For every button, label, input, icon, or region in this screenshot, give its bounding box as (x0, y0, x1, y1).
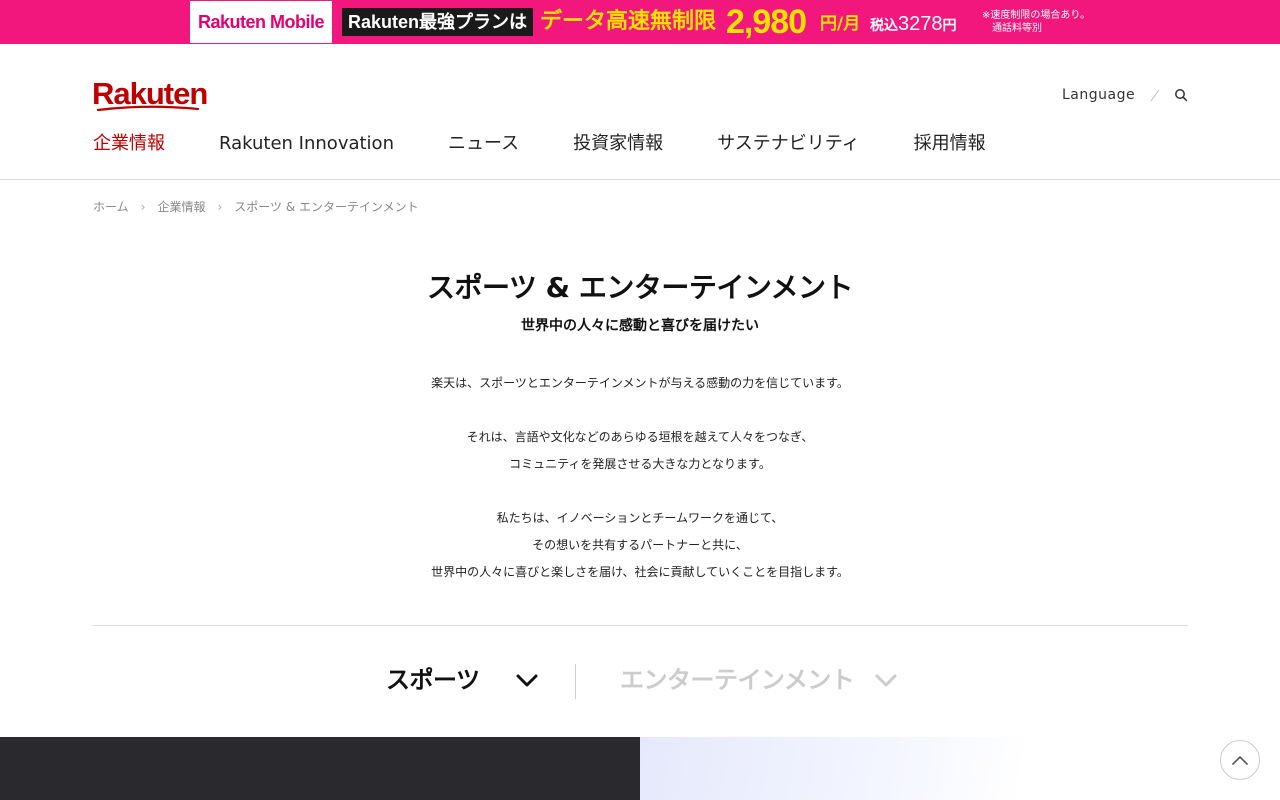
intro-line: その想いを共有するパートナーと共に、 (532, 538, 748, 552)
plan-label: Rakuten最強プランは (342, 8, 534, 36)
back-to-top-button[interactable] (1220, 740, 1260, 780)
chevron-right-icon: › (140, 200, 146, 214)
nav-item-careers[interactable]: 採用情報 (914, 130, 986, 158)
intro-paragraph: それは、言語や文化などのあらゆる垣根を越えて人々をつなぎ、 コミュニティを発展さ… (0, 424, 1280, 478)
rakuten-mobile-logo: Rakuten Mobile (190, 1, 332, 43)
intro-line: 楽天は、スポーツとエンターテインメントが与える感動の力を信じています。 (431, 376, 849, 390)
header-divider (0, 179, 1280, 180)
banner-note-line: 通話料等別 (992, 23, 1042, 34)
nav-item-investors[interactable]: 投資家情報 (573, 130, 663, 158)
intro-paragraph: 私たちは、イノベーションとチームワークを通じて、 その想いを共有するパートナーと… (0, 505, 1280, 586)
banner-tax-price: 税込3278円 (870, 10, 957, 40)
breadcrumb-corporate[interactable]: 企業情報 (157, 200, 205, 214)
nav-item-corporate[interactable]: 企業情報 (93, 130, 165, 158)
banner-headline: データ高速無制限 (540, 9, 717, 34)
intro-line: 世界中の人々に喜びと楽しさを届け、社会に貢献していくことを目指します。 (431, 565, 849, 579)
tab-sports-label: スポーツ (386, 666, 480, 694)
nav-item-sustainability[interactable]: サステナビリティ (717, 130, 860, 158)
tab-entertainment-label: エンターテインメント (620, 666, 855, 694)
page-title: スポーツ & エンターテインメント (426, 271, 854, 304)
tab-sports[interactable]: スポーツ (386, 660, 480, 700)
chevron-right-icon: › (217, 200, 223, 214)
intro-paragraph: 楽天は、スポーツとエンターテインメントが与える感動の力を信じています。 (0, 370, 1280, 397)
banner-note: ※速度制限の場合あり。 通話料等別 (982, 9, 1090, 35)
chevron-down-icon[interactable] (875, 674, 897, 688)
entertainment-panel-image[interactable] (640, 737, 1280, 800)
promo-banner[interactable]: Rakuten Mobile Rakuten最強プランは データ高速無制限 2,… (0, 0, 1280, 44)
breadcrumb-home[interactable]: ホーム (93, 200, 129, 214)
banner-price-unit: 円/月 (820, 14, 861, 34)
nav-item-news[interactable]: ニュース (448, 130, 519, 158)
intro-line: コミュニティを発展させる大きな力となります。 (509, 457, 771, 471)
intro-text: 楽天は、スポーツとエンターテインメントが与える感動の力を信じています。 それは、… (0, 370, 1280, 613)
logo-swoosh-icon (96, 105, 200, 112)
search-icon[interactable] (1174, 88, 1188, 102)
nav-item-innovation[interactable]: Rakuten Innovation (219, 130, 394, 158)
tax-amount: 3278 (898, 13, 943, 35)
banner-note-line: ※速度制限の場合あり。 (982, 10, 1091, 21)
tab-divider (575, 664, 576, 699)
breadcrumb: ホーム › 企業情報 › スポーツ & エンターテインメント (93, 200, 419, 214)
tax-suffix: 円 (942, 18, 957, 34)
global-nav: 企業情報 Rakuten Innovation ニュース 投資家情報 サステナビ… (93, 130, 1040, 158)
sports-panel-image[interactable] (0, 737, 640, 800)
intro-line: それは、言語や文化などのあらゆる垣根を越えて人々をつなぎ、 (466, 430, 814, 444)
language-link[interactable]: Language (1062, 86, 1135, 104)
section-divider (93, 625, 1188, 626)
breadcrumb-current: スポーツ & エンターテインメント (234, 200, 419, 214)
intro-line: 私たちは、イノベーションとチームワークを通じて、 (496, 511, 784, 525)
banner-price: 2,980 (726, 3, 807, 41)
divider-slash-icon (1150, 89, 1160, 102)
tax-prefix: 税込 (870, 18, 898, 34)
chevron-up-icon (1232, 756, 1248, 765)
chevron-down-icon[interactable] (516, 674, 538, 688)
tab-entertainment[interactable]: エンターテインメント (620, 660, 855, 700)
page-subtitle: 世界中の人々に感動と喜びを届けたい (521, 318, 759, 334)
